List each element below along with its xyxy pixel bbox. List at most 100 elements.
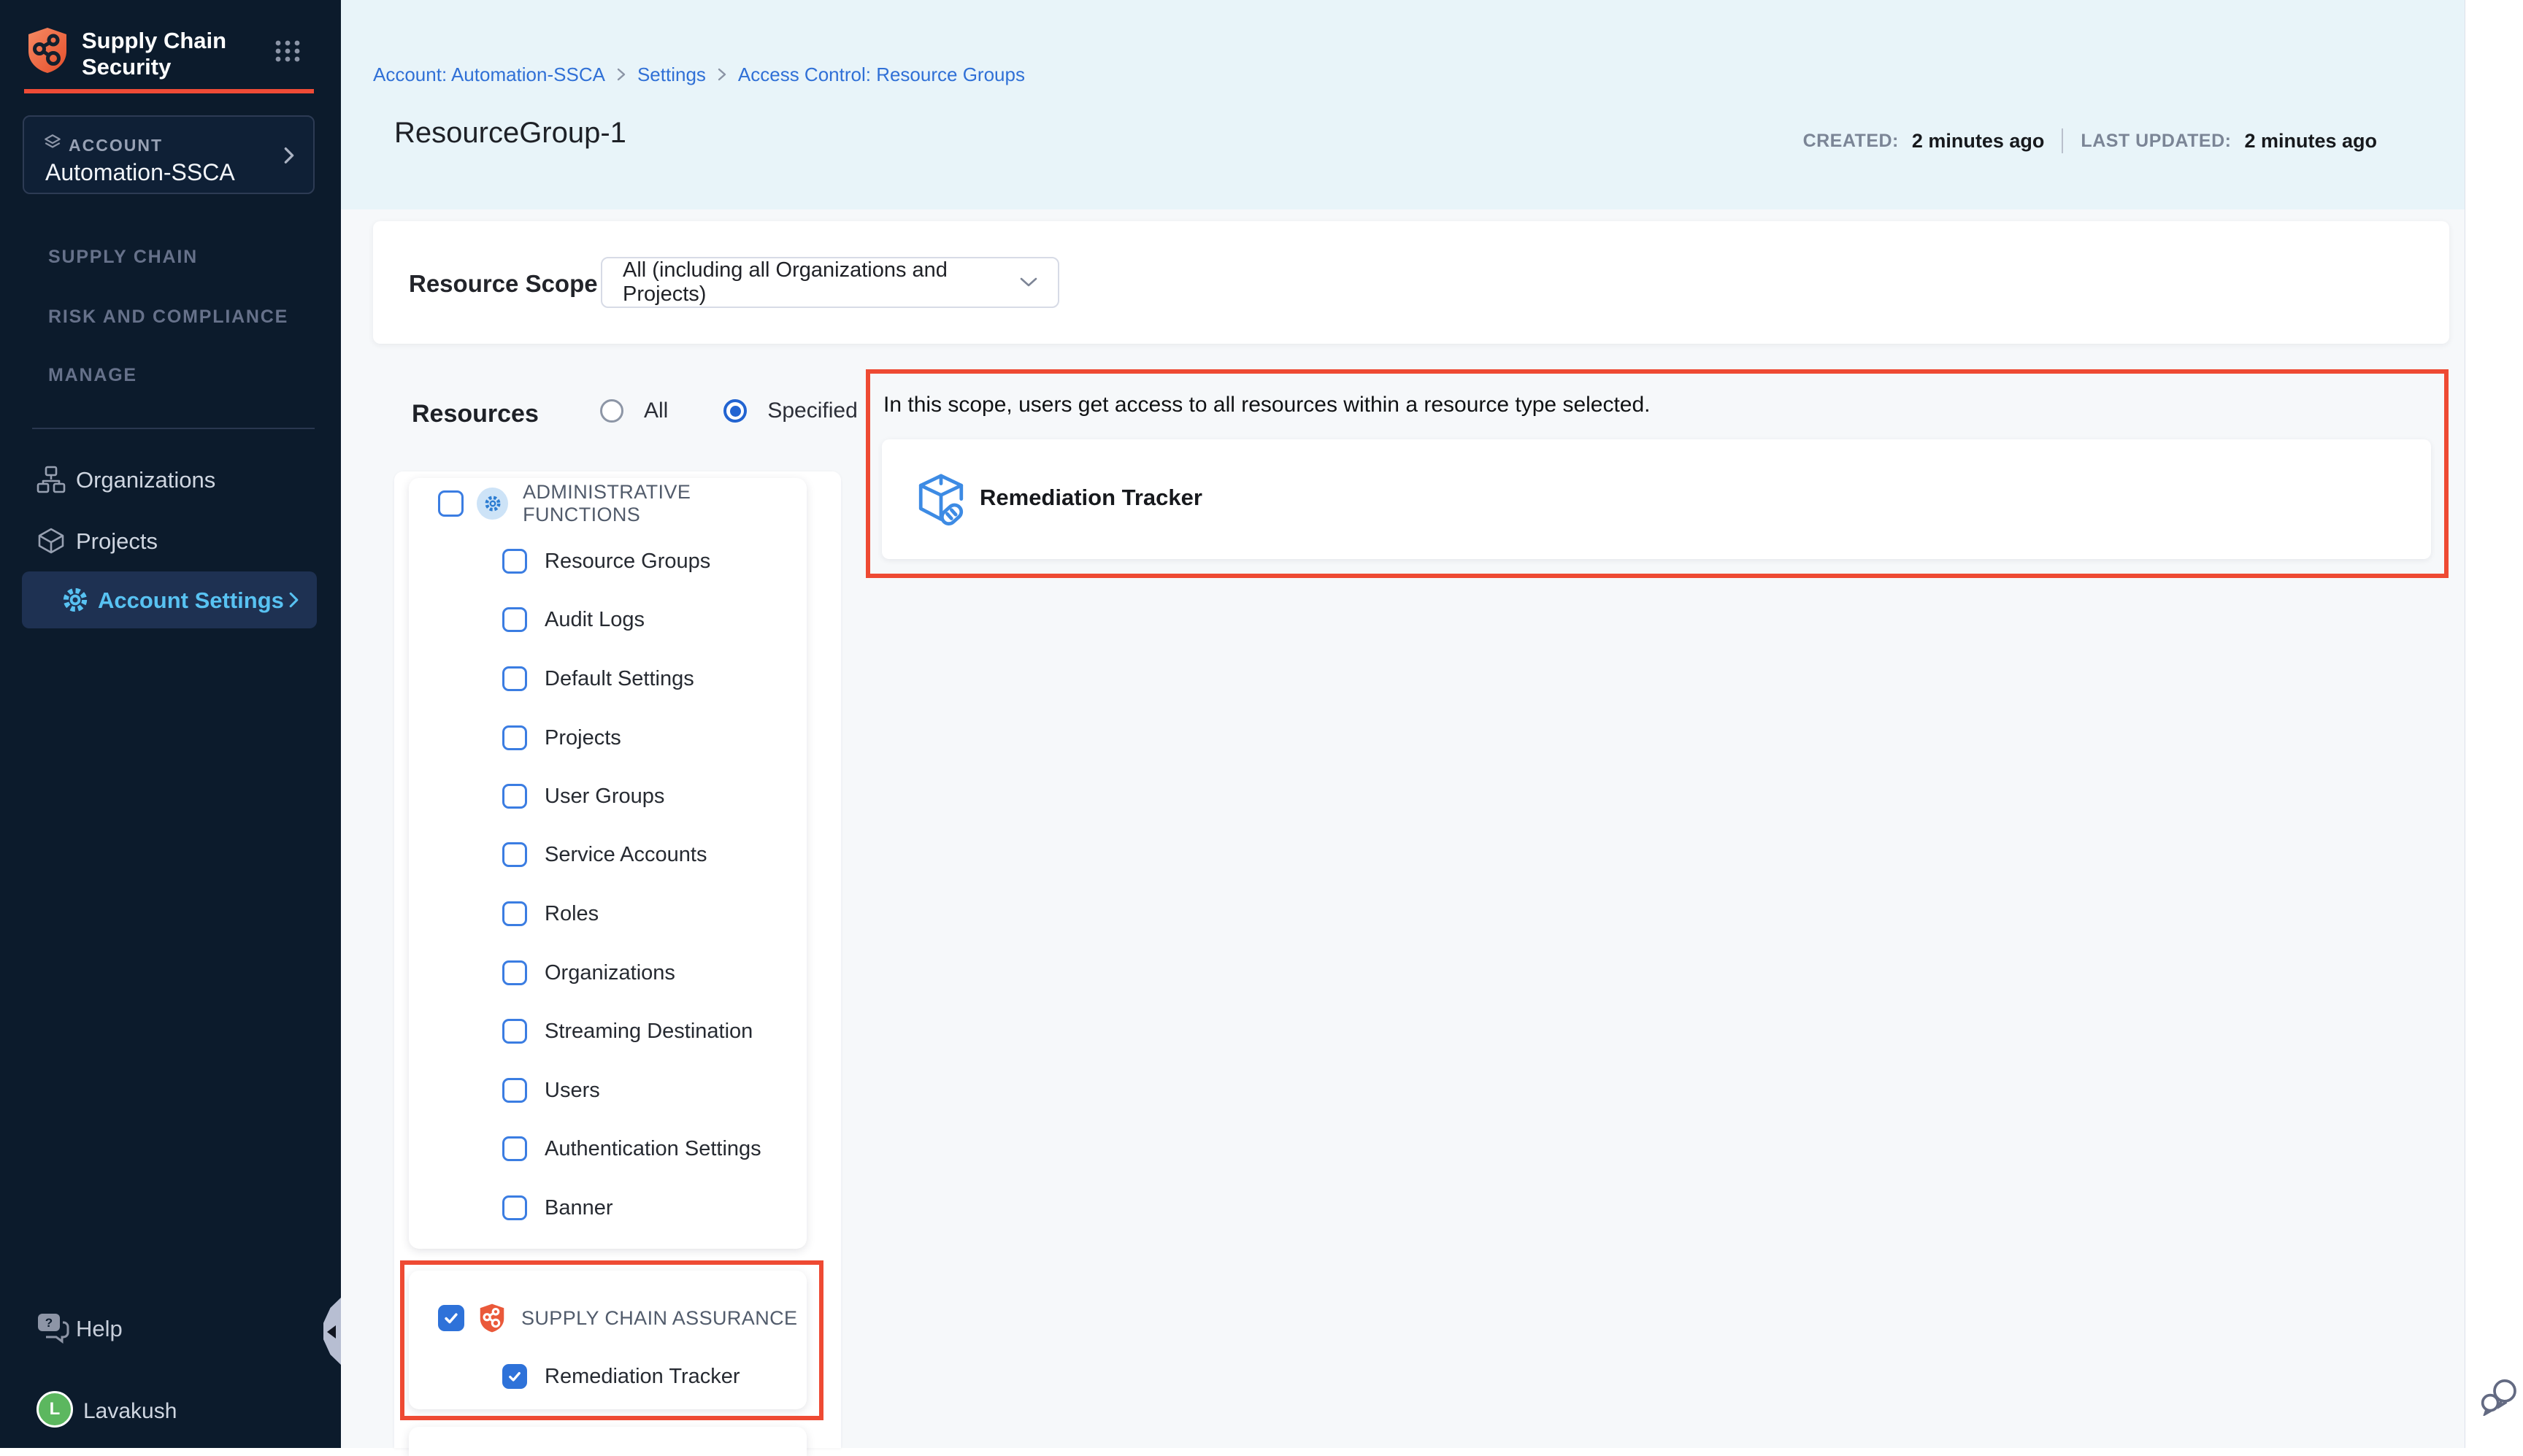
breadcrumb: Account: Automation-SSCA Settings Access… <box>373 63 1025 86</box>
last-updated-label: LAST UPDATED: <box>2081 131 2231 152</box>
resource-scope-value: All (including all Organizations and Pro… <box>623 258 1020 307</box>
feedback-chat-bubbles-icon[interactable] <box>2479 1378 2520 1416</box>
resource-label: Remediation Tracker <box>545 1365 740 1389</box>
last-updated-value: 2 minutes ago <box>2244 130 2377 153</box>
group-label: ADMINISTRATIVE FUNCTIONS <box>523 481 807 526</box>
resources-mode-radios: All Specified <box>600 398 858 423</box>
resource-label: Banner <box>545 1196 613 1220</box>
radio-all[interactable] <box>600 399 623 423</box>
sidebar-section-supply-chain[interactable]: SUPPLY CHAIN <box>48 247 198 268</box>
checkbox-user-groups[interactable] <box>502 784 527 809</box>
resource-row: Banner <box>502 1193 613 1222</box>
checkbox-users[interactable] <box>502 1078 527 1103</box>
chevron-right-icon <box>289 591 299 609</box>
checkbox-authentication-settings[interactable] <box>502 1136 527 1161</box>
resource-row: Streaming Destination <box>502 1017 753 1046</box>
scope-note: In this scope, users get access to all r… <box>883 393 1651 417</box>
resource-scope-card: Resource Scope All (including all Organi… <box>373 221 2449 344</box>
feedback-rail <box>2465 0 2523 1448</box>
resource-row: Remediation Tracker <box>502 1362 740 1391</box>
resource-row: Service Accounts <box>502 840 707 869</box>
resource-row: Audit Logs <box>502 605 645 634</box>
svg-text:?: ? <box>45 1316 53 1330</box>
help-chat-icon: ? <box>37 1312 70 1344</box>
app-logo-shield-network-icon <box>24 26 71 74</box>
checkbox-banner[interactable] <box>502 1195 527 1220</box>
checkbox-remediation-tracker[interactable] <box>502 1364 527 1389</box>
radio-all-label[interactable]: All <box>644 398 668 423</box>
sidebar-divider <box>32 428 315 429</box>
checkbox-administrative-functions[interactable] <box>438 490 464 517</box>
resource-scope-label: Resource Scope <box>409 270 598 298</box>
meta-separator <box>2062 128 2063 153</box>
chevron-right-icon <box>617 67 626 82</box>
breadcrumb-account[interactable]: Account: Automation-SSCA <box>373 63 605 86</box>
created-label: CREATED: <box>1803 131 1899 152</box>
help-label: Help <box>76 1316 123 1342</box>
page-title: ResourceGroup-1 <box>394 117 626 150</box>
resource-label: Organizations <box>545 961 675 985</box>
checkbox-service-accounts[interactable] <box>502 842 527 867</box>
page-header: CREATED: 2 minutes ago LAST UPDATED: 2 m… <box>341 0 2465 209</box>
resource-label: Audit Logs <box>545 608 645 632</box>
checkbox-organizations[interactable] <box>502 960 527 985</box>
resources-title: Resources <box>412 400 539 428</box>
resource-group-card-next <box>409 1427 807 1456</box>
checkbox-projects[interactable] <box>502 725 527 750</box>
waffle-grid-icon[interactable] <box>274 39 301 63</box>
sidebar-section-risk-and-compliance[interactable]: RISK AND COMPLIANCE <box>48 307 288 328</box>
sidebar-item-organizations[interactable]: Organizations <box>0 455 341 506</box>
resource-row: Default Settings <box>502 664 694 693</box>
created-value: 2 minutes ago <box>1912 130 2045 153</box>
group-label: SUPPLY CHAIN ASSURANCE <box>521 1307 797 1330</box>
resource-scope-select[interactable]: All (including all Organizations and Pro… <box>601 257 1059 308</box>
collapse-sidebar-icon <box>327 1325 336 1338</box>
resource-group-card-administrative: ADMINISTRATIVE FUNCTIONS Resource Groups… <box>409 478 807 1249</box>
sidebar-item-projects[interactable]: Projects <box>0 516 341 567</box>
resource-row: Roles <box>502 899 599 928</box>
resource-row: Resource Groups <box>502 547 710 576</box>
resource-row: Authentication Settings <box>502 1134 761 1163</box>
resource-label: Roles <box>545 902 599 926</box>
sca-shield-icon <box>477 1303 507 1333</box>
gear-badge-icon <box>477 488 508 520</box>
user-name: Lavakush <box>83 1399 177 1424</box>
chevron-down-icon <box>1020 277 1037 288</box>
checkbox-default-settings[interactable] <box>502 666 527 691</box>
account-label: ACCOUNT <box>69 136 163 155</box>
sidebar: Supply Chain Security ACCOUNT Automation… <box>0 0 341 1448</box>
checkbox-roles[interactable] <box>502 901 527 926</box>
sitemap-icon <box>37 465 66 494</box>
radio-specified[interactable] <box>723 399 747 423</box>
sidebar-section-manage[interactable]: MANAGE <box>48 365 137 386</box>
help-button[interactable]: ? Help <box>0 1308 219 1352</box>
chevron-right-icon <box>284 146 294 165</box>
layers-icon <box>43 133 62 152</box>
radio-specified-label[interactable]: Specified <box>767 398 857 423</box>
sidebar-item-account-settings[interactable]: Account Settings <box>22 571 317 628</box>
breadcrumb-resource-groups[interactable]: Access Control: Resource Groups <box>738 63 1025 86</box>
selected-resource-title: Remediation Tracker <box>980 485 1202 511</box>
checkbox-audit-logs[interactable] <box>502 607 527 632</box>
resource-row: User Groups <box>502 782 664 811</box>
brand-accent-rule <box>24 89 314 93</box>
sidebar-item-label: Account Settings <box>98 588 284 614</box>
user-menu[interactable]: L Lavakush <box>0 1388 219 1435</box>
remediation-tracker-box-icon <box>913 470 969 530</box>
group-row-supply-chain-assurance: SUPPLY CHAIN ASSURANCE <box>438 1302 797 1334</box>
account-value: Automation-SSCA <box>45 159 235 186</box>
resource-group-card-supply-chain-assurance: SUPPLY CHAIN ASSURANCE Remediation Track… <box>409 1271 807 1409</box>
checkbox-supply-chain-assurance[interactable] <box>438 1305 464 1331</box>
account-selector[interactable]: ACCOUNT Automation-SSCA <box>23 115 315 194</box>
resource-label: Resource Groups <box>545 550 710 574</box>
collapse-sidebar-handle[interactable] <box>323 1297 342 1366</box>
chevron-right-icon <box>718 67 726 82</box>
gear-icon <box>61 586 89 614</box>
checkbox-resource-groups[interactable] <box>502 549 527 574</box>
resource-row: Projects <box>502 723 621 752</box>
group-row-administrative-functions: ADMINISTRATIVE FUNCTIONS <box>438 488 807 520</box>
breadcrumb-settings[interactable]: Settings <box>637 63 706 86</box>
resource-label: Users <box>545 1079 600 1103</box>
checkbox-streaming-destination[interactable] <box>502 1019 527 1044</box>
resource-label: Service Accounts <box>545 843 707 867</box>
